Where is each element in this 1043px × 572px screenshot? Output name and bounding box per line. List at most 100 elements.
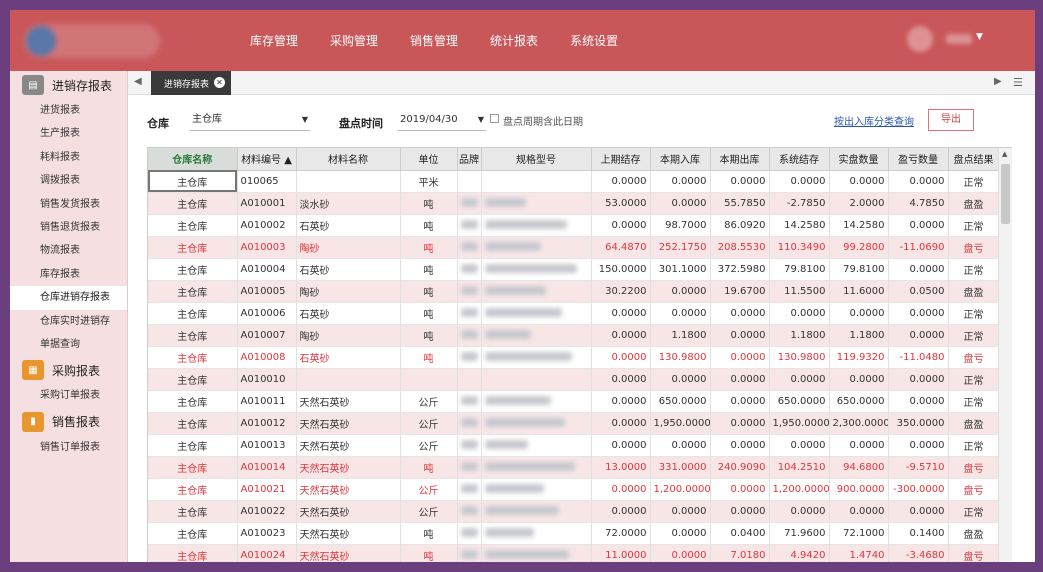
nav-inventory[interactable]: 库存管理 <box>250 32 298 49</box>
nav-settings[interactable]: 系统设置 <box>570 32 618 49</box>
chevron-down-icon[interactable]: ▼ <box>976 32 983 42</box>
table-row[interactable]: 主仓库 A010023 天然石英砂吨 72.0000 0.0000 0.0400 71.96… <box>148 522 998 545</box>
cell-result: 正常 <box>948 324 998 347</box>
cell-brand-redacted <box>457 192 482 215</box>
column-header[interactable]: 上期结存 <box>591 148 651 171</box>
tab-inventory-report[interactable]: 进销存报表 ✕ <box>151 71 231 95</box>
table-row[interactable]: 主仓库 A010008 石英砂吨 0.0000 130.9800 0.0000 130.98… <box>148 346 998 369</box>
redacted-text <box>484 396 552 405</box>
cell-sys: 14.2580 <box>769 214 830 237</box>
sidebar-item[interactable]: 仓库进销存报表 <box>10 286 127 310</box>
nav-sales[interactable]: 销售管理 <box>410 32 458 49</box>
nav-reports[interactable]: 统计报表 <box>490 32 538 49</box>
sidebar-group-sales-reports[interactable]: ▮ 销售报表 <box>10 408 127 436</box>
column-header[interactable]: 材料名称 <box>296 148 401 171</box>
table-row[interactable]: 主仓库 A010021 天然石英砂 公斤 0.0000 1,200.0000 0.0000 1… <box>148 478 998 501</box>
column-header[interactable]: 本期出库 <box>710 148 770 171</box>
sidebar-item[interactable]: 销售订单报表 <box>10 436 127 459</box>
column-header[interactable]: 系统结存 <box>769 148 830 171</box>
cell-prev: 0.0000 <box>591 214 651 237</box>
sidebar-item[interactable]: 采购订单报表 <box>10 384 127 407</box>
cell-name: 淡水砂 <box>296 192 401 215</box>
cell-spec-redacted <box>481 390 592 413</box>
column-header[interactable]: 本期入库 <box>650 148 711 171</box>
avatar[interactable] <box>907 26 933 52</box>
sidebar-item[interactable]: 耗料报表 <box>10 146 127 169</box>
table-row[interactable]: 主仓库 A010007 陶砂吨 0.0000 1.1800 0.0000 1.1800 1.1… <box>148 324 998 347</box>
tab-scroll-right-icon[interactable]: ▶ <box>994 76 1002 87</box>
table-row[interactable]: 主仓库 A010002 石英砂吨 0.0000 98.7000 86.0920 14.258… <box>148 214 998 237</box>
column-header[interactable]: 单位 <box>400 148 458 171</box>
scrollbar-thumb[interactable] <box>1001 164 1010 224</box>
table-row[interactable]: 主仓库 A010014 天然石英砂吨 13.0000 331.0000 240.9090 1… <box>148 456 998 479</box>
table-row[interactable]: 主仓库 A010022 天然石英砂 公斤 0.0000 0.0000 0.0000 0.000… <box>148 500 998 523</box>
cell-sys: 0.0000 <box>769 170 830 193</box>
table-row[interactable]: 主仓库 A010011 天然石英砂 公斤 0.0000 650.0000 0.0000 650… <box>148 390 998 413</box>
column-header[interactable]: 仓库名称 <box>148 148 238 171</box>
cell-out: 0.0000 <box>710 412 770 435</box>
close-icon[interactable]: ✕ <box>214 77 225 88</box>
cell-name: 天然石英砂 <box>296 390 401 413</box>
table-row[interactable]: 主仓库 A010003 陶砂吨 64.4870 252.1750 208.5530 110.… <box>148 236 998 259</box>
sidebar-group-inventory-reports[interactable]: ▤ 进销存报表 <box>10 71 127 99</box>
category-query-link[interactable]: 按出入库分类查询 <box>834 113 914 128</box>
table-row[interactable]: 主仓库 A010013 天然石英砂 公斤 0.0000 0.0000 0.0000 0.000… <box>148 434 998 457</box>
tab-bar: ◀ 进销存报表 ✕ ▶ ☰ <box>128 71 1035 95</box>
vertical-scrollbar[interactable]: ▲ <box>998 147 1012 562</box>
app-window: 库存管理 采购管理 销售管理 统计报表 系统设置 ▼ ▤ 进销存报表 进货报表生… <box>10 10 1035 562</box>
period-checkbox[interactable] <box>490 114 499 123</box>
cell-spec-redacted <box>481 522 592 545</box>
warehouse-select[interactable]: 主仓库 ▼ <box>190 109 310 131</box>
cell-name: 天然石英砂 <box>296 478 401 501</box>
sidebar-item[interactable]: 销售发货报表 <box>10 193 127 216</box>
column-header[interactable]: 盘点结果 <box>948 148 998 171</box>
tab-scroll-left-icon[interactable]: ◀ <box>134 76 142 87</box>
cell-brand-redacted <box>457 434 482 457</box>
date-select[interactable]: 2019/04/30 ▼ <box>398 109 486 131</box>
cell-sys: 130.9800 <box>769 346 830 369</box>
cell-diff: 4.7850 <box>888 192 949 215</box>
cell-unit: 吨 <box>400 302 458 325</box>
sidebar-item[interactable]: 进货报表 <box>10 99 127 122</box>
tab-menu-icon[interactable]: ☰ <box>1013 76 1023 89</box>
cell-wh: 主仓库 <box>148 390 238 413</box>
table-row[interactable]: 主仓库 010065 平米 0.0000 0.0000 0.0000 0.0000 0.000… <box>148 170 998 193</box>
cell-real: 0.0000 <box>829 500 889 523</box>
cell-sys: 1,200.0000 <box>769 478 830 501</box>
column-header[interactable]: 实盘数量 <box>829 148 889 171</box>
redacted-text <box>484 550 569 559</box>
cell-wh: 主仓库 <box>148 170 238 193</box>
scroll-up-icon[interactable]: ▲ <box>1002 150 1007 158</box>
sidebar-item[interactable]: 仓库实时进销存 <box>10 310 127 333</box>
nav-purchase[interactable]: 采购管理 <box>330 32 378 49</box>
export-button[interactable]: 导出 <box>928 109 974 131</box>
sidebar-item[interactable]: 生产报表 <box>10 122 127 145</box>
column-header[interactable]: 盈亏数量 <box>888 148 949 171</box>
table-row[interactable]: 主仓库 A010004 石英砂吨 150.0000 301.1000 372.5980 79… <box>148 258 998 281</box>
table-row[interactable]: 主仓库 A010024 天然石英砂吨 11.0000 0.0000 7.0180 4.942… <box>148 544 998 562</box>
table-row[interactable]: 主仓库 A010012 天然石英砂 公斤 0.0000 1,950.0000 0.0000 1… <box>148 412 998 435</box>
user-name[interactable] <box>946 34 972 44</box>
cell-unit: 吨 <box>400 214 458 237</box>
column-header[interactable]: 品牌 <box>457 148 482 171</box>
cell-real: 0.0000 <box>829 302 889 325</box>
brand-logo <box>24 24 160 58</box>
table-row[interactable]: 主仓库 A010010 0.0000 0.0000 0.0000 0.0000 0.0000… <box>148 368 998 391</box>
sidebar-item[interactable]: 调拨报表 <box>10 169 127 192</box>
sidebar-group-purchase-reports[interactable]: ▦ 采购报表 <box>10 356 127 384</box>
sidebar-item[interactable]: 销售退货报表 <box>10 216 127 239</box>
cell-out: 7.0180 <box>710 544 770 562</box>
table-row[interactable]: 主仓库 A010006 石英砂吨 0.0000 0.0000 0.0000 0.0000 0.… <box>148 302 998 325</box>
sidebar-item[interactable]: 物流报表 <box>10 239 127 262</box>
table-row[interactable]: 主仓库 A010001 淡水砂吨 53.0000 0.0000 55.7850 -2.785… <box>148 192 998 215</box>
column-header[interactable]: 规格型号 <box>481 148 592 171</box>
sidebar-item[interactable]: 单据查询 <box>10 333 127 356</box>
table-row[interactable]: 主仓库 A010005 陶砂吨 30.2200 0.0000 19.6700 11.5500… <box>148 280 998 303</box>
sidebar-item[interactable]: 库存报表 <box>10 263 127 286</box>
cell-in: 98.7000 <box>650 214 711 237</box>
cell-spec-redacted <box>481 192 592 215</box>
cell-result: 正常 <box>948 258 998 281</box>
cell-sys: 0.0000 <box>769 368 830 391</box>
column-header[interactable]: 材料编号 ▲ <box>237 148 297 171</box>
tab-label: 进销存报表 <box>164 79 210 90</box>
